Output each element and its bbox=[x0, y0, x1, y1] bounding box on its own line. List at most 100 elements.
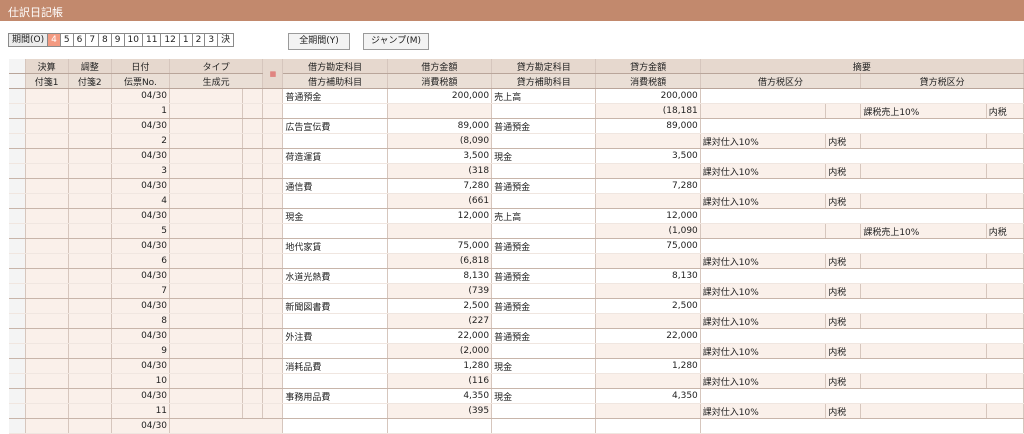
type-cell[interactable] bbox=[169, 298, 244, 314]
source-cell-extra[interactable] bbox=[242, 343, 264, 359]
settlement-cell[interactable] bbox=[25, 328, 69, 344]
header-debit-account[interactable]: 借方勘定科目 bbox=[282, 59, 388, 74]
debit-tax-mode-cell[interactable] bbox=[825, 223, 862, 239]
debit-tax-amount-cell[interactable]: (6,818 bbox=[387, 253, 493, 269]
description-cell[interactable] bbox=[700, 328, 1024, 344]
header-adjustment[interactable]: 調整 bbox=[68, 59, 112, 74]
note1-cell[interactable] bbox=[25, 403, 69, 419]
debit-amount-cell[interactable]: 8,130 bbox=[387, 268, 493, 284]
debit-sub-account-cell[interactable] bbox=[282, 193, 388, 209]
date-cell[interactable]: 04/30 bbox=[111, 238, 171, 254]
journal-row[interactable]: 04/30 bbox=[9, 418, 1024, 434]
credit-sub-account-cell[interactable] bbox=[491, 403, 597, 419]
header-source[interactable]: 生成元 bbox=[169, 73, 264, 89]
source-cell[interactable] bbox=[169, 163, 244, 179]
flag-cell[interactable] bbox=[262, 373, 284, 389]
credit-tax-mode-cell[interactable] bbox=[986, 133, 1024, 149]
debit-tax-amount-cell[interactable]: (8,090 bbox=[387, 133, 493, 149]
debit-tax-mode-cell[interactable]: 内税 bbox=[825, 193, 862, 209]
credit-account-cell[interactable]: 現金 bbox=[491, 388, 597, 404]
debit-tax-category-cell[interactable]: 課対仕入10% bbox=[700, 193, 827, 209]
debit-tax-mode-cell[interactable]: 内税 bbox=[825, 163, 862, 179]
debit-sub-account-cell[interactable] bbox=[282, 283, 388, 299]
debit-tax-mode-cell[interactable] bbox=[825, 103, 862, 119]
credit-account-cell[interactable]: 普通預金 bbox=[491, 118, 597, 134]
debit-tax-category-cell[interactable] bbox=[700, 103, 827, 119]
type-cell[interactable] bbox=[169, 208, 244, 224]
type-cell[interactable] bbox=[169, 418, 284, 434]
journal-row-sub[interactable]: 10 (116 課対仕入10% 内税 bbox=[9, 373, 1024, 389]
adjustment-cell[interactable] bbox=[68, 388, 112, 404]
credit-amount-cell[interactable]: 1,280 bbox=[595, 358, 701, 374]
note1-cell[interactable] bbox=[25, 133, 69, 149]
description-cell[interactable] bbox=[700, 178, 1024, 194]
credit-tax-amount-cell[interactable] bbox=[595, 373, 701, 389]
credit-tax-mode-cell[interactable]: 内税 bbox=[986, 223, 1024, 239]
note2-cell[interactable] bbox=[68, 373, 112, 389]
credit-sub-account-cell[interactable] bbox=[491, 373, 597, 389]
flag-cell[interactable] bbox=[262, 358, 284, 374]
type-cell[interactable] bbox=[169, 118, 244, 134]
description-cell[interactable] bbox=[700, 298, 1024, 314]
credit-amount-cell[interactable]: 4,350 bbox=[595, 388, 701, 404]
debit-tax-mode-cell[interactable]: 内税 bbox=[825, 313, 862, 329]
settlement-cell[interactable] bbox=[25, 388, 69, 404]
credit-amount-cell[interactable]: 12,000 bbox=[595, 208, 701, 224]
type-cell[interactable] bbox=[169, 328, 244, 344]
credit-tax-mode-cell[interactable] bbox=[986, 343, 1024, 359]
description-cell[interactable] bbox=[700, 148, 1024, 164]
journal-row[interactable]: 04/30 広告宣伝費 89,000 普通預金 89,000 bbox=[9, 118, 1024, 134]
credit-tax-mode-cell[interactable] bbox=[986, 403, 1024, 419]
credit-amount-cell[interactable]: 2,500 bbox=[595, 298, 701, 314]
note2-cell[interactable] bbox=[68, 193, 112, 209]
adjustment-cell[interactable] bbox=[68, 328, 112, 344]
debit-tax-category-cell[interactable]: 課対仕入10% bbox=[700, 373, 827, 389]
all-period-button[interactable]: 全期間(Y) bbox=[288, 33, 350, 50]
debit-account-cell[interactable]: 消耗品費 bbox=[282, 358, 388, 374]
header-voucher-no[interactable]: 伝票No. bbox=[111, 73, 171, 89]
source-cell[interactable] bbox=[169, 403, 244, 419]
month-tab[interactable]: 5 bbox=[60, 33, 74, 47]
debit-account-cell[interactable]: 水道光熱費 bbox=[282, 268, 388, 284]
journal-row[interactable]: 04/30 通信費 7,280 普通預金 7,280 bbox=[9, 178, 1024, 194]
debit-account-cell[interactable]: 現金 bbox=[282, 208, 388, 224]
debit-tax-mode-cell[interactable]: 内税 bbox=[825, 403, 862, 419]
month-tab[interactable]: 10 bbox=[124, 33, 143, 47]
credit-sub-account-cell[interactable] bbox=[491, 163, 597, 179]
date-cell[interactable]: 04/30 bbox=[111, 388, 171, 404]
source-cell[interactable] bbox=[169, 313, 244, 329]
credit-tax-mode-cell[interactable] bbox=[986, 313, 1024, 329]
debit-tax-amount-cell[interactable]: (318 bbox=[387, 163, 493, 179]
credit-tax-category-cell[interactable]: 課税売上10% bbox=[860, 103, 987, 119]
debit-amount-cell[interactable]: 2,500 bbox=[387, 298, 493, 314]
credit-amount-cell[interactable]: 7,280 bbox=[595, 178, 701, 194]
flag-cell[interactable] bbox=[262, 313, 284, 329]
debit-amount-cell[interactable]: 1,280 bbox=[387, 358, 493, 374]
debit-tax-category-cell[interactable]: 課対仕入10% bbox=[700, 253, 827, 269]
header-debit-sub-account[interactable]: 借方補助科目 bbox=[282, 73, 388, 89]
voucher-no-cell[interactable]: 1 bbox=[111, 103, 171, 119]
debit-sub-account-cell[interactable] bbox=[282, 343, 388, 359]
note1-cell[interactable] bbox=[25, 313, 69, 329]
debit-amount-cell[interactable]: 75,000 bbox=[387, 238, 493, 254]
source-cell-extra[interactable] bbox=[242, 163, 264, 179]
settlement-cell[interactable] bbox=[25, 88, 69, 104]
credit-account-cell[interactable]: 売上高 bbox=[491, 208, 597, 224]
debit-amount-cell[interactable]: 3,500 bbox=[387, 148, 493, 164]
settlement-cell[interactable] bbox=[25, 208, 69, 224]
debit-tax-category-cell[interactable]: 課対仕入10% bbox=[700, 283, 827, 299]
debit-tax-amount-cell[interactable]: (661 bbox=[387, 193, 493, 209]
description-cell[interactable] bbox=[700, 88, 1024, 104]
journal-row-sub[interactable]: 11 (395 課対仕入10% 内税 bbox=[9, 403, 1024, 419]
credit-tax-amount-cell[interactable]: (18,181 bbox=[595, 103, 701, 119]
date-cell[interactable]: 04/30 bbox=[111, 178, 171, 194]
credit-tax-mode-cell[interactable] bbox=[986, 193, 1024, 209]
journal-row-sub[interactable]: 3 (318 課対仕入10% 内税 bbox=[9, 163, 1024, 179]
note2-cell[interactable] bbox=[68, 403, 112, 419]
credit-amount-cell[interactable]: 200,000 bbox=[595, 88, 701, 104]
debit-tax-mode-cell[interactable]: 内税 bbox=[825, 343, 862, 359]
debit-amount-cell[interactable]: 22,000 bbox=[387, 328, 493, 344]
note2-cell[interactable] bbox=[68, 133, 112, 149]
flag-cell[interactable] bbox=[262, 343, 284, 359]
header-credit-sub-account[interactable]: 貸方補助科目 bbox=[491, 73, 597, 89]
